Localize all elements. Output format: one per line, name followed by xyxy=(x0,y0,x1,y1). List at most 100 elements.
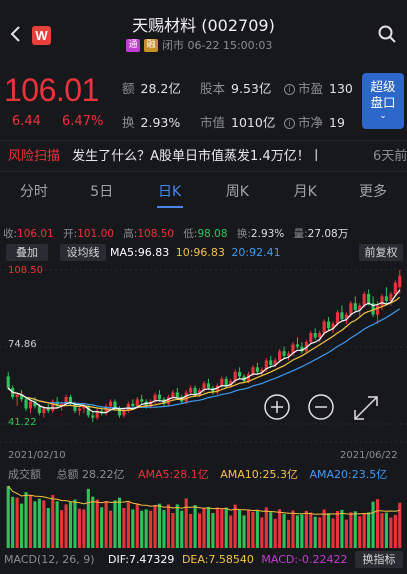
info-icon[interactable]: i xyxy=(284,118,295,129)
candle xyxy=(295,344,299,347)
candle xyxy=(122,410,126,416)
volume-bar xyxy=(33,501,37,548)
volume-bar xyxy=(68,502,73,548)
candle xyxy=(15,394,19,398)
super-orderbook-button[interactable]: 超级 盘口 ⌄ xyxy=(362,73,404,129)
volume-bar xyxy=(340,509,344,548)
candle xyxy=(255,367,259,372)
volume-bar xyxy=(42,500,46,548)
volume-bar xyxy=(358,516,362,548)
volume-bar xyxy=(144,509,148,548)
candle xyxy=(269,360,273,365)
set-ma-button[interactable]: 设均线 xyxy=(60,244,106,261)
candle xyxy=(367,294,371,304)
volume-bar xyxy=(291,510,295,548)
candle xyxy=(318,332,322,338)
pe-stat: i 市盈 130 xyxy=(284,78,353,97)
volume-bar xyxy=(335,510,340,548)
tab-daily-k[interactable]: 日K xyxy=(136,176,204,208)
volume-bar xyxy=(224,507,228,548)
turnover-stat: 换 2.93% xyxy=(122,115,181,130)
volume-bar xyxy=(269,512,273,548)
mcap-stat: 市值 1010亿 xyxy=(200,115,276,130)
volume-bar xyxy=(300,514,304,548)
adjust-button[interactable]: 前复权 xyxy=(359,244,403,261)
news-headline[interactable]: 发生了什么？A股单日市值蒸发1.4万亿！丨 xyxy=(72,149,323,164)
candle xyxy=(340,312,344,320)
candle xyxy=(166,397,170,404)
volume-bar xyxy=(100,507,104,548)
news-ticker[interactable]: 风险扫描 发生了什么？A股单日市值蒸发1.4万亿！丨 6天前 xyxy=(0,140,407,172)
volume-bar xyxy=(264,507,268,548)
stock-title: 天赐材料 (002709) xyxy=(132,16,275,35)
volume-bar xyxy=(309,512,313,548)
search-icon[interactable] xyxy=(377,24,397,44)
market-status: 通 融 闭市 06-22 15:00:03 xyxy=(126,38,272,52)
candle xyxy=(157,394,162,400)
candle xyxy=(313,332,317,338)
volume-bar xyxy=(113,500,117,548)
tag-rong: 融 xyxy=(144,38,158,52)
volume-bar xyxy=(353,511,357,548)
tab-5day[interactable]: 5日 xyxy=(68,176,136,208)
volume-bar xyxy=(135,503,139,548)
volume-bar xyxy=(64,504,68,548)
price-change: 6.44 xyxy=(12,114,41,129)
volume-bar xyxy=(375,499,380,548)
volume-bar xyxy=(60,510,64,548)
candle xyxy=(282,351,286,356)
volume-bar xyxy=(15,497,19,548)
axis-high-label: 108.50 xyxy=(8,265,43,276)
fullscreen-icon[interactable] xyxy=(351,393,381,423)
volume-bar xyxy=(189,514,193,548)
candle xyxy=(131,403,135,407)
ohlc-high: 108.50 xyxy=(137,228,175,240)
candle xyxy=(140,399,144,402)
tab-monthly-k[interactable]: 月K xyxy=(271,176,339,208)
volume-bar xyxy=(109,510,113,548)
candle xyxy=(117,408,122,416)
volume-bar xyxy=(318,517,322,548)
candle xyxy=(46,408,50,411)
volume-bar xyxy=(73,499,77,548)
candle xyxy=(175,392,179,398)
volume-bar xyxy=(322,509,326,548)
volume-bar xyxy=(11,496,15,548)
info-icon[interactable]: i xyxy=(284,84,295,95)
candle xyxy=(24,399,28,409)
news-tag: 风险扫描 xyxy=(8,149,61,164)
volume-bar xyxy=(220,509,224,548)
volume-bar xyxy=(389,517,393,548)
candle xyxy=(37,406,41,414)
volume-bar xyxy=(331,518,335,548)
pb-stat: i 市净 19 xyxy=(284,112,345,131)
candle xyxy=(189,387,193,393)
switch-indicator-button[interactable]: 换指标 xyxy=(355,551,403,568)
volume-bar xyxy=(193,505,197,548)
volume-bar xyxy=(327,513,331,548)
tab-more[interactable]: 更多 xyxy=(339,176,407,208)
volume-bar xyxy=(206,507,211,548)
volume-bar xyxy=(86,488,90,548)
tab-intraday[interactable]: 分时 xyxy=(0,176,68,208)
candle xyxy=(109,401,113,407)
zoom-in-icon[interactable] xyxy=(263,393,291,421)
volume-bar xyxy=(122,508,126,548)
volume-bar xyxy=(282,513,286,548)
candle xyxy=(220,378,224,386)
tab-weekly-k[interactable]: 周K xyxy=(203,176,271,208)
volume-bar xyxy=(238,509,242,548)
volume-bar xyxy=(362,513,366,548)
volume-chart[interactable] xyxy=(0,480,407,548)
volume-bar xyxy=(398,502,402,548)
candle xyxy=(322,321,326,333)
candlestick-chart[interactable]: 108.50 74.86 41.22 2021/02/10 xyxy=(0,262,407,448)
zoom-out-icon[interactable] xyxy=(307,393,335,421)
volume-bar xyxy=(367,512,371,548)
macd-legend: MACD(12, 26, 9) DIF:7.47329 DEA:7.58540 … xyxy=(4,553,348,566)
volume-bar xyxy=(304,510,308,548)
overlay-button[interactable]: 叠加 xyxy=(6,244,48,261)
amount-stat: 额 28.2亿 xyxy=(122,81,181,96)
axis-low-label: 41.22 xyxy=(8,417,37,428)
candle xyxy=(193,387,197,395)
